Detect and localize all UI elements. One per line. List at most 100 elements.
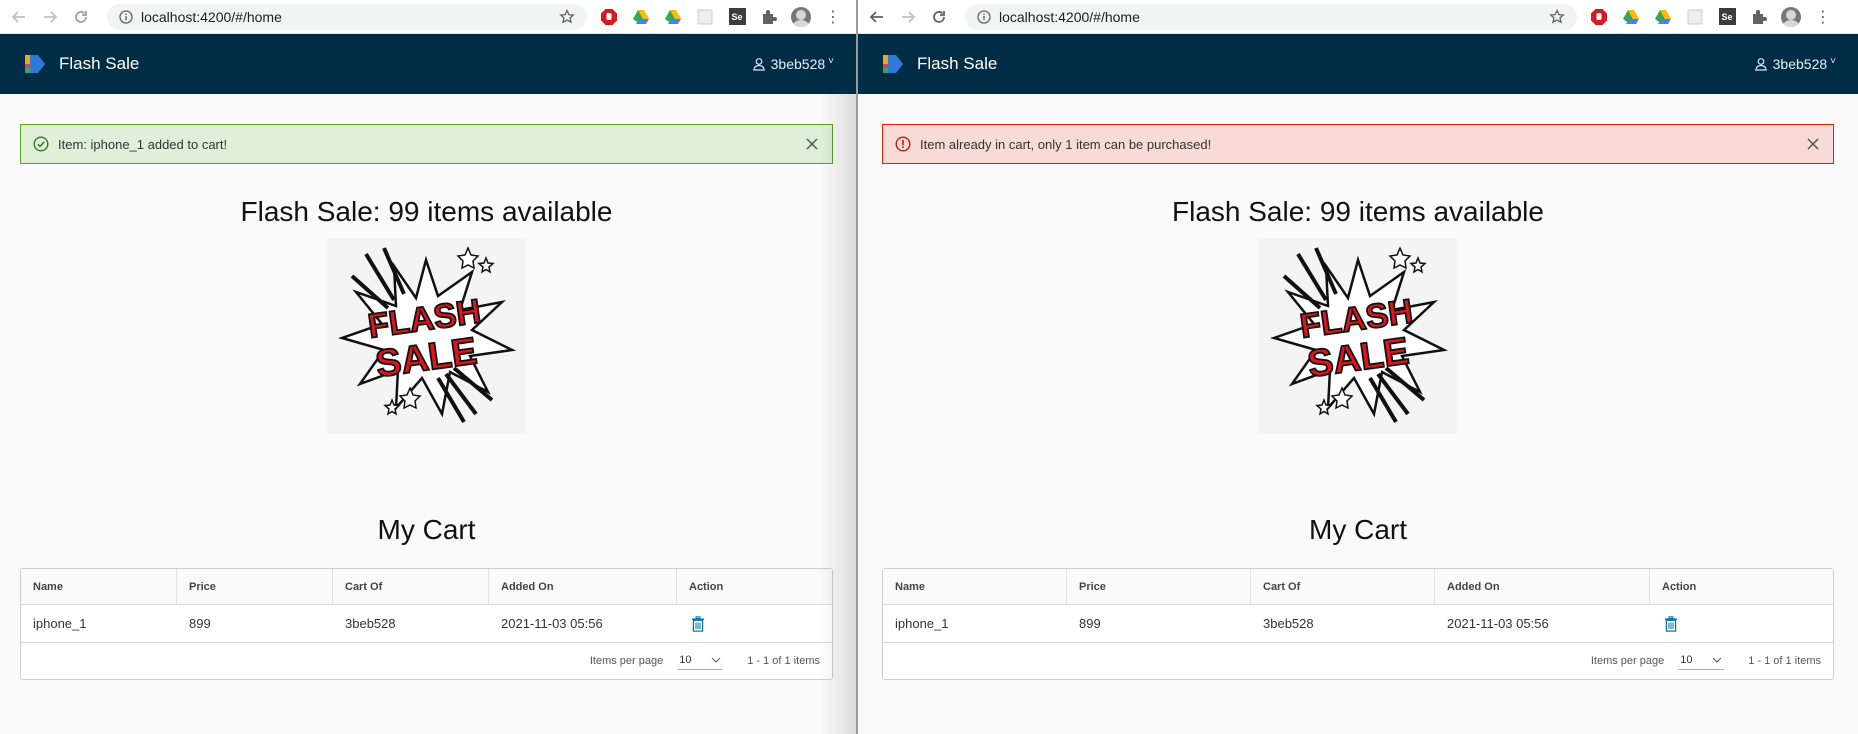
extension-selenium[interactable]: Se	[727, 7, 747, 27]
table-header: Name Price Cart Of Added On Action	[21, 569, 832, 605]
browser-toolbar: localhost:4200/#/home Se ⋮	[0, 0, 856, 34]
reload-button[interactable]	[928, 6, 950, 28]
extension-drive[interactable]	[631, 7, 651, 27]
cart-datagrid: Name Price Cart Of Added On Action iphon…	[882, 568, 1834, 680]
availability-headline: Flash Sale: 99 items available	[240, 196, 613, 227]
user-menu[interactable]: 3beb528 ˅	[752, 56, 834, 72]
cell-cart-of: 3beb528	[345, 616, 396, 631]
page-icon	[1687, 9, 1703, 24]
trash-icon[interactable]	[691, 615, 705, 632]
cart-datagrid: Name Price Cart Of Added On Action iphon…	[20, 568, 833, 680]
drive-icon	[665, 9, 681, 24]
extension-drive[interactable]	[1621, 7, 1641, 27]
cell-added-on: 2021-11-03 05:56	[1447, 616, 1549, 631]
column-header-action[interactable]: Action	[1650, 569, 1833, 604]
flash-sale-burst-graphic: FLASH SALE	[1269, 246, 1449, 424]
forward-button[interactable]	[897, 6, 919, 28]
column-header-added-on[interactable]: Added On	[1435, 569, 1650, 604]
cell-action	[1650, 605, 1833, 642]
selenium-icon: Se	[1718, 8, 1736, 25]
page-icon	[697, 9, 713, 24]
reload-button[interactable]	[70, 6, 92, 28]
column-header-action[interactable]: Action	[677, 569, 832, 604]
extension-drive-2[interactable]	[663, 7, 683, 27]
items-per-page-select[interactable]: 10	[677, 652, 724, 670]
back-button[interactable]	[866, 6, 888, 28]
alert-message: Item: iphone_1 added to cart!	[58, 136, 228, 152]
extension-selenium[interactable]: Se	[1717, 7, 1737, 27]
address-bar[interactable]: localhost:4200/#/home	[965, 3, 1577, 30]
url-text: localhost:4200/#/home	[999, 8, 1140, 25]
user-menu[interactable]: 3beb528 ˅	[1754, 56, 1836, 72]
url-text: localhost:4200/#/home	[141, 8, 282, 25]
browser-window-right: localhost:4200/#/home Se ⋮ Flash Sale 3b…	[858, 0, 1858, 734]
logo-icon	[883, 55, 903, 73]
forward-button[interactable]	[39, 6, 61, 28]
logo-icon	[25, 55, 45, 73]
pagination-range: 1 - 1 of 1 items	[747, 655, 820, 667]
items-per-page-value: 10	[1680, 654, 1693, 666]
extension-blank[interactable]	[695, 7, 715, 27]
brand-title[interactable]: Flash Sale	[59, 54, 139, 74]
column-header-added-on[interactable]: Added On	[489, 569, 677, 604]
profile-button[interactable]	[1781, 6, 1801, 27]
table-row: iphone_1 899 3beb528 2021-11-03 05:56	[883, 605, 1833, 643]
user-icon	[1754, 58, 1767, 71]
extensions-button[interactable]	[1749, 7, 1769, 27]
error-alert: Item already in cart, only 1 item can be…	[882, 124, 1834, 164]
datagrid-footer: Items per page 10 1 - 1 of 1 items	[21, 643, 832, 679]
items-per-page-label: Items per page	[1590, 655, 1665, 667]
cell-name: iphone_1	[33, 616, 87, 631]
star-icon[interactable]	[559, 8, 575, 25]
extension-blank[interactable]	[1685, 7, 1705, 27]
chevron-down-icon	[711, 657, 721, 663]
column-header-cart-of[interactable]: Cart Of	[333, 569, 489, 604]
check-circle-icon	[33, 136, 49, 152]
column-header-name[interactable]: Name	[21, 569, 177, 604]
column-header-name[interactable]: Name	[883, 569, 1067, 604]
cell-name: iphone_1	[895, 616, 949, 631]
trash-icon[interactable]	[1664, 615, 1678, 632]
more-menu-icon[interactable]: ⋮	[825, 7, 841, 27]
more-menu-icon[interactable]: ⋮	[1815, 7, 1831, 27]
reload-icon	[75, 10, 87, 23]
back-button[interactable]	[8, 6, 30, 28]
cell-price: 899	[1079, 616, 1101, 631]
availability-headline: Flash Sale: 99 items available	[1172, 196, 1544, 227]
column-header-price[interactable]: Price	[1067, 569, 1251, 604]
table-row: iphone_1 899 3beb528 2021-11-03 05:56	[21, 605, 832, 643]
brand-title[interactable]: Flash Sale	[917, 54, 997, 74]
exclamation-circle-icon	[895, 136, 911, 152]
close-icon[interactable]	[1805, 136, 1821, 152]
extension-adblock[interactable]	[1589, 7, 1609, 27]
cell-cart-of: 3beb528	[1263, 616, 1314, 631]
address-bar[interactable]: localhost:4200/#/home	[107, 3, 587, 30]
stop-hand-icon	[1591, 8, 1607, 25]
star-icon[interactable]	[1549, 8, 1565, 25]
extensions-button[interactable]	[759, 7, 779, 27]
datagrid-footer: Items per page 10 1 - 1 of 1 items	[883, 643, 1833, 679]
arrow-left-icon	[11, 10, 25, 23]
profile-button[interactable]	[791, 6, 811, 27]
chevron-down-icon: ˅	[1830, 55, 1836, 67]
drive-icon	[633, 9, 649, 24]
drive-icon	[1655, 9, 1671, 24]
cell-price: 899	[189, 616, 211, 631]
user-name: 3beb528	[770, 56, 826, 72]
user-name: 3beb528	[1772, 56, 1828, 72]
close-icon[interactable]	[804, 136, 820, 152]
extension-adblock[interactable]	[599, 7, 619, 27]
column-header-price[interactable]: Price	[177, 569, 333, 604]
extension-drive-2[interactable]	[1653, 7, 1673, 27]
cell-added-on: 2021-11-03 05:56	[501, 616, 603, 631]
column-header-cart-of[interactable]: Cart Of	[1251, 569, 1435, 604]
arrow-right-icon	[44, 10, 58, 23]
arrow-left-icon	[869, 10, 883, 23]
flash-sale-image: FLASH SALE	[1258, 238, 1458, 434]
items-per-page-select[interactable]: 10	[1678, 652, 1725, 670]
chevron-down-icon	[1712, 657, 1722, 663]
avatar	[791, 6, 811, 27]
arrow-right-icon	[902, 10, 916, 23]
app-header: Flash Sale 3beb528 ˅	[0, 34, 856, 94]
info-icon	[977, 9, 991, 24]
